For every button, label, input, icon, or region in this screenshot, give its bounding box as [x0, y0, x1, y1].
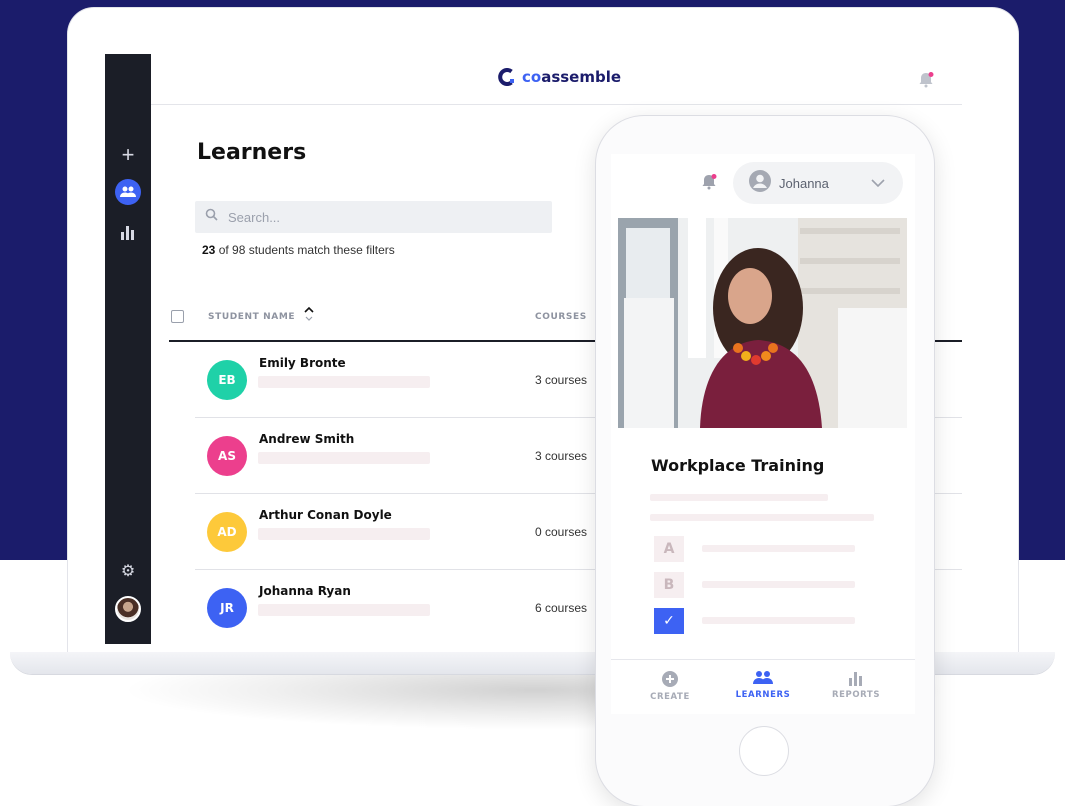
placeholder-bar	[258, 604, 430, 616]
search-icon	[205, 208, 218, 226]
logo-mark-icon	[498, 68, 514, 86]
plus-icon[interactable]: +	[105, 142, 151, 168]
match-count: 23	[202, 243, 216, 257]
match-count-text: 23 of 98 students match these filters	[202, 243, 395, 257]
tab-reports[interactable]: REPORTS	[811, 670, 901, 700]
placeholder-bar	[650, 514, 874, 521]
avatar	[115, 596, 141, 622]
bottom-nav: CREATE LEARNERS REPORTS	[611, 659, 915, 714]
avatar: AS	[207, 436, 247, 476]
phone-device: Johanna Workplace Training A B ✓ CREATE …	[596, 116, 934, 806]
placeholder-bar	[258, 376, 430, 388]
users-icon	[753, 671, 773, 684]
placeholder-bar	[702, 545, 855, 552]
bar-chart-icon	[849, 672, 862, 686]
logo-text: coassemble	[522, 68, 622, 86]
chevron-down-icon	[871, 174, 885, 192]
tab-label: REPORTS	[831, 690, 881, 700]
student-name[interactable]: Arthur Conan Doyle	[259, 508, 392, 522]
column-header-student-name[interactable]: STUDENT NAME	[208, 312, 295, 322]
coassemble-logo[interactable]: coassemble	[498, 68, 621, 86]
user-icon	[749, 169, 771, 197]
student-name[interactable]: Andrew Smith	[259, 432, 354, 446]
top-bar: coassemble	[151, 54, 962, 105]
student-name[interactable]: Johanna Ryan	[259, 584, 351, 598]
placeholder-bar	[702, 617, 855, 624]
course-cover-image	[618, 218, 907, 428]
search-input[interactable]	[226, 208, 530, 226]
home-button[interactable]	[739, 726, 789, 776]
course-count: 3 courses	[535, 449, 588, 463]
avatar: JR	[207, 588, 247, 628]
course-count: 3 courses	[535, 373, 588, 387]
user-menu[interactable]: Johanna	[733, 162, 903, 204]
course-title: Workplace Training	[651, 456, 825, 475]
user-name: Johanna	[779, 175, 829, 191]
answer-option-a[interactable]: A	[654, 536, 684, 562]
student-name[interactable]: Emily Bronte	[259, 356, 346, 370]
bar-chart-icon[interactable]	[105, 220, 151, 244]
search-bar[interactable]	[195, 201, 552, 233]
course-count: 6 courses	[535, 601, 588, 615]
select-all-checkbox[interactable]	[171, 310, 184, 323]
placeholder-bar	[650, 494, 828, 501]
answer-option-b[interactable]: B	[654, 572, 684, 598]
notification-bell-icon[interactable]	[918, 72, 934, 93]
tab-learners[interactable]: LEARNERS	[718, 670, 808, 700]
avatar: AD	[207, 512, 247, 552]
sort-icon[interactable]	[304, 306, 314, 327]
users-icon	[115, 179, 141, 205]
course-count: 0 courses	[535, 525, 588, 539]
notification-bell-icon[interactable]	[701, 174, 717, 195]
placeholder-bar	[258, 452, 430, 464]
placeholder-bar	[702, 581, 855, 588]
placeholder-bar	[258, 528, 430, 540]
avatar: EB	[207, 360, 247, 400]
profile-avatar[interactable]	[105, 594, 151, 624]
gear-icon[interactable]: ⚙	[105, 560, 151, 582]
tab-label: CREATE	[650, 692, 690, 702]
column-header-courses[interactable]: COURSES	[535, 312, 587, 322]
answer-option-selected[interactable]: ✓	[654, 608, 684, 634]
plus-circle-icon	[662, 671, 678, 687]
tab-label: LEARNERS	[735, 690, 791, 700]
phone-screen: Johanna Workplace Training A B ✓ CREATE …	[611, 154, 915, 714]
sidebar: + ⚙	[105, 54, 151, 644]
tab-create[interactable]: CREATE	[625, 670, 715, 702]
sidebar-item-learners[interactable]	[105, 178, 151, 206]
page-title: Learners	[197, 140, 307, 165]
